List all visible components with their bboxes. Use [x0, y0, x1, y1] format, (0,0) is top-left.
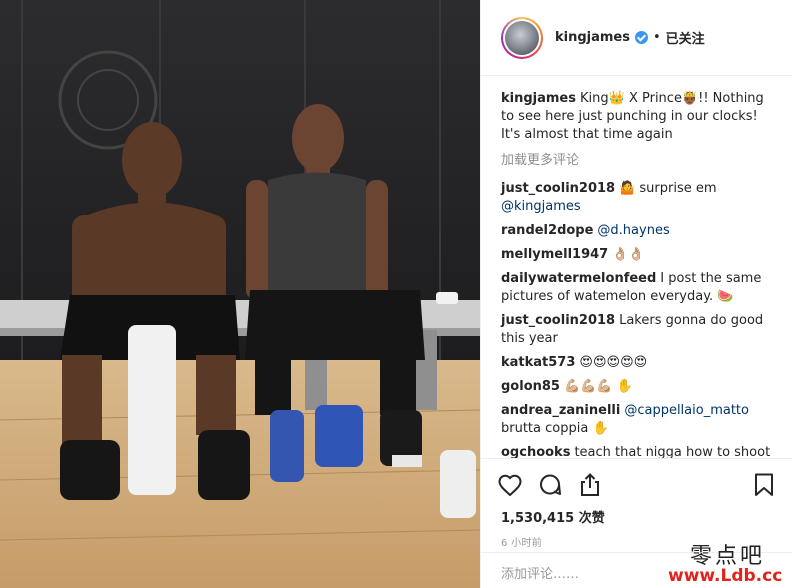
- comment-text: brutta coppia ✋: [501, 421, 609, 436]
- comment-row: andrea_zaninelli @cappellaio_matto brutta…: [501, 402, 773, 438]
- comment-row: just_coolin2018 Lakers gonna do good this…: [501, 312, 773, 348]
- post-side-panel: kingjames • 已关注 kingjames King👑 X Prince🤴…: [480, 0, 792, 588]
- comment-row: just_coolin2018 🤷 surprise em @kingjames: [501, 180, 773, 216]
- separator-dot: •: [653, 30, 661, 45]
- comment-username[interactable]: dailywatermelonfeed: [501, 271, 656, 286]
- comment-username[interactable]: just_coolin2018: [501, 313, 615, 328]
- comment-username[interactable]: katkat573: [501, 355, 575, 370]
- comment-username[interactable]: ogchooks: [501, 445, 570, 458]
- comment-username[interactable]: mellymell1947: [501, 247, 608, 262]
- comment-text: teach that nigga how to shoot: [574, 445, 771, 458]
- comment-row: randel2dope @d.haynes: [501, 222, 773, 240]
- comment-row: katkat573 😍😍😍😍😍: [501, 354, 773, 372]
- comments-list[interactable]: kingjames King👑 X Prince🤴🏾!! Nothing to s…: [481, 76, 792, 458]
- comment-mention-link[interactable]: @d.haynes: [597, 223, 669, 238]
- post-actions-section: 1,530,415 次赞 6 小时前: [481, 458, 792, 549]
- post-image: [0, 0, 480, 588]
- load-more-comments-button[interactable]: 加载更多评论: [501, 152, 773, 170]
- comment-row: mellymell1947 👌🏼👌🏼: [501, 246, 773, 264]
- caption: kingjames King👑 X Prince🤴🏾!! Nothing to s…: [501, 90, 773, 144]
- comment-rows: just_coolin2018 🤷 surprise em @kingjames r…: [501, 180, 773, 458]
- likes-count[interactable]: 1,530,415 次赞: [501, 507, 773, 526]
- username-link[interactable]: kingjames: [555, 30, 630, 45]
- comment-text: 👌🏼👌🏼: [612, 247, 645, 262]
- comment-text: 💪🏼💪🏼💪🏼 ✋: [563, 379, 633, 394]
- action-bar: [497, 467, 777, 503]
- verified-badge-icon: [635, 31, 648, 44]
- comment-username[interactable]: just_coolin2018: [501, 181, 615, 196]
- caption-username[interactable]: kingjames: [501, 91, 576, 106]
- share-icon[interactable]: [577, 472, 603, 498]
- comment-username[interactable]: andrea_zaninelli: [501, 403, 620, 418]
- watermark-url: www.Ldb.cc: [668, 566, 783, 586]
- comment-row: golon85 💪🏼💪🏼💪🏼 ✋: [501, 378, 773, 396]
- comment-username[interactable]: randel2dope: [501, 223, 593, 238]
- post-photo[interactable]: [0, 0, 480, 588]
- heart-icon[interactable]: [497, 472, 523, 498]
- follow-status-button[interactable]: 已关注: [666, 28, 705, 47]
- comment-username[interactable]: golon85: [501, 379, 560, 394]
- comment-mention-link[interactable]: @cappellaio_matto: [624, 403, 749, 418]
- post-header: kingjames • 已关注: [481, 0, 792, 76]
- comment-mention-link[interactable]: @kingjames: [501, 199, 581, 214]
- comment-text: 🤷 surprise em: [619, 181, 717, 196]
- avatar-image: [505, 20, 539, 55]
- bookmark-icon[interactable]: [751, 472, 777, 498]
- comment-row: dailywatermelonfeed I post the same pictu…: [501, 270, 773, 306]
- comment-bubble-icon[interactable]: [537, 472, 563, 498]
- avatar[interactable]: [501, 16, 543, 59]
- comment-text: 😍😍😍😍😍: [579, 355, 648, 370]
- comment-row: ogchooks teach that nigga how to shoot: [501, 444, 773, 458]
